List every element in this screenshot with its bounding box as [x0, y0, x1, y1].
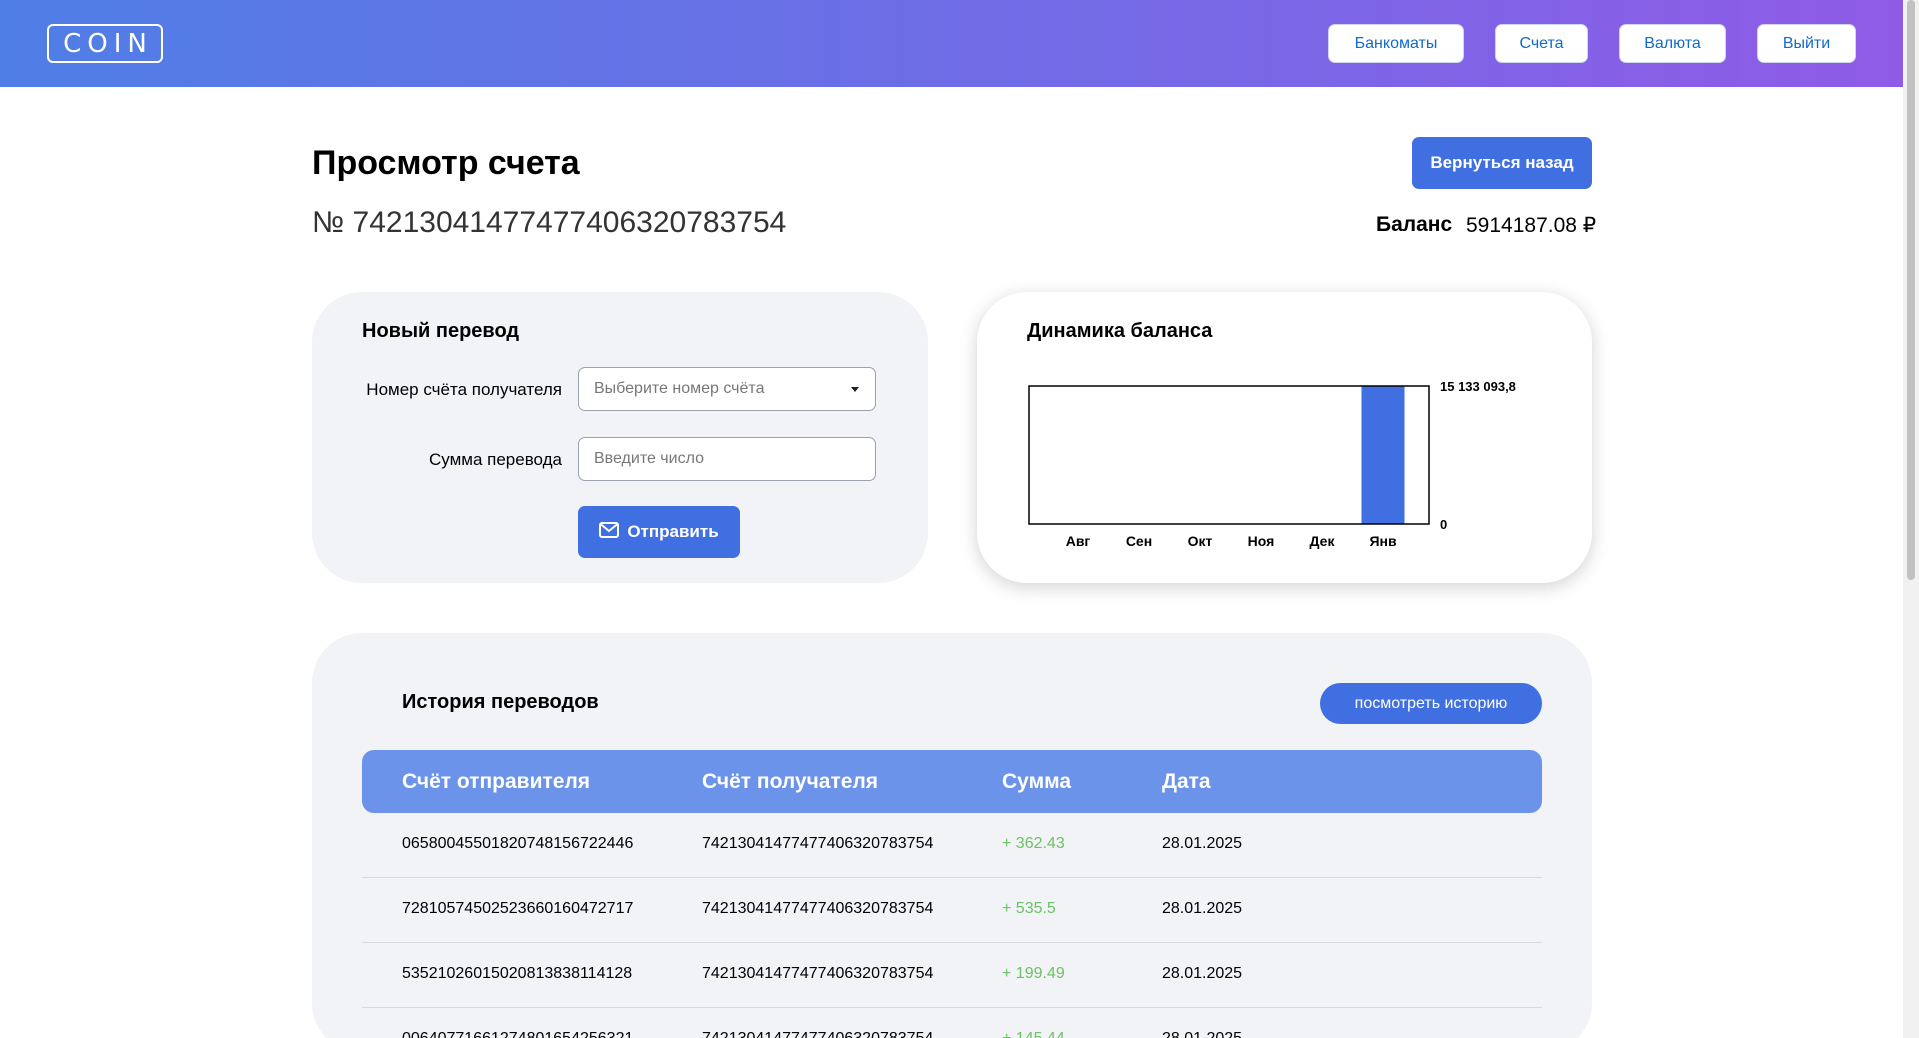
row-sender: 06580045501820748156722446 — [402, 835, 634, 852]
row-sender: 00640771661274801654256321 — [402, 1030, 633, 1038]
scroll-thumb[interactable] — [1907, 0, 1915, 580]
row-sender: 72810574502523660160472717 — [402, 900, 634, 917]
send-label: Отправить — [627, 522, 719, 541]
table-header: Счёт отправителя Счёт получателя Сумма Д… — [362, 750, 1542, 813]
table-row: 06580045501820748156722446 7421304147747… — [362, 813, 1542, 878]
x-tick-label: Дек — [1310, 533, 1336, 549]
row-amount: + 535.5 — [1002, 900, 1056, 917]
transfer-history-card: История переводов посмотреть историю Счё… — [312, 633, 1592, 1038]
transfer-title: Новый перевод — [362, 320, 520, 342]
top-header: COIN Банкоматы Счета Валюта Выйти — [0, 0, 1903, 87]
account-number: № 74213041477477406320783754 — [312, 206, 787, 239]
nav-currency-button[interactable]: Валюта — [1619, 24, 1726, 63]
y-tick-label: 15 133 093,8 — [1440, 379, 1516, 394]
x-tick-label: Янв — [1369, 533, 1397, 549]
row-date: 28.01.2025 — [1162, 900, 1243, 917]
back-button[interactable]: Вернуться назад — [1412, 137, 1592, 189]
balance-label: Баланс — [1376, 213, 1453, 236]
amount-label: Сумма перевода — [428, 450, 562, 469]
row-recipient: 74213041477477406320783754 — [702, 965, 934, 982]
table-row: 72810574502523660160472717 7421304147747… — [362, 878, 1542, 943]
row-recipient: 74213041477477406320783754 — [702, 1030, 933, 1038]
table-row: 53521026015020813838114128 7421304147747… — [362, 943, 1542, 1008]
row-date: 28.01.2025 — [1162, 1030, 1242, 1038]
view-history-button[interactable]: посмотреть историю — [1320, 683, 1542, 724]
row-sender: 53521026015020813838114128 — [402, 965, 633, 982]
nav-atms-button[interactable]: Банкоматы — [1328, 24, 1464, 63]
x-tick-label: Окт — [1188, 533, 1213, 549]
page-title: Просмотр счета — [312, 144, 580, 182]
row-recipient: 74213041477477406320783754 — [702, 900, 934, 917]
nav-logout-button[interactable]: Выйти — [1757, 24, 1856, 63]
column-date: Дата — [1162, 770, 1211, 793]
column-amount: Сумма — [1002, 770, 1072, 793]
row-amount: + 145.44 — [1002, 1030, 1065, 1038]
page-scrollbar[interactable] — [1903, 0, 1919, 1038]
row-date: 28.01.2025 — [1162, 835, 1243, 852]
y-tick-label: 0 — [1440, 517, 1447, 532]
amount-input[interactable] — [578, 437, 876, 481]
chevron-down-icon — [851, 387, 859, 392]
column-recipient: Счёт получателя — [702, 770, 879, 793]
x-tick-label: Сен — [1126, 533, 1152, 549]
history-title: История переводов — [402, 691, 599, 713]
recipient-select[interactable]: Выберите номер счёта — [578, 367, 876, 411]
row-recipient: 74213041477477406320783754 — [702, 835, 934, 852]
chart-bar-Янв — [1361, 386, 1405, 524]
nav-accounts-button[interactable]: Счета — [1495, 24, 1588, 63]
balance-chart-card[interactable]: Динамика баланса Авг Сен Окт Ноя Дек Янв 15 1… — [977, 292, 1592, 583]
row-amount: + 199.49 — [1002, 965, 1065, 982]
new-transfer-card: Новый перевод Номер счёта получателя Выб… — [312, 292, 928, 583]
recipient-label: Номер счёта получателя — [366, 380, 562, 399]
mail-icon — [599, 521, 620, 543]
recipient-select-placeholder: Выберите номер счёта — [594, 380, 765, 397]
row-amount: + 362.43 — [1002, 835, 1065, 852]
x-tick-label: Авг — [1066, 533, 1091, 549]
column-sender: Счёт отправителя — [402, 770, 591, 793]
balance-chart: Авг Сен Окт Ноя Дек Янв 15 133 093,8 0 — [1028, 379, 1516, 549]
x-tick-label: Ноя — [1248, 533, 1275, 549]
coin-logo[interactable]: COIN — [47, 24, 163, 63]
balance-value: 5914187.08 ₽ — [1466, 214, 1597, 237]
send-button[interactable]: Отправить — [578, 506, 740, 558]
table-row: 00640771661274801654256321 7421304147747… — [362, 1008, 1542, 1038]
row-date: 28.01.2025 — [1162, 965, 1243, 982]
